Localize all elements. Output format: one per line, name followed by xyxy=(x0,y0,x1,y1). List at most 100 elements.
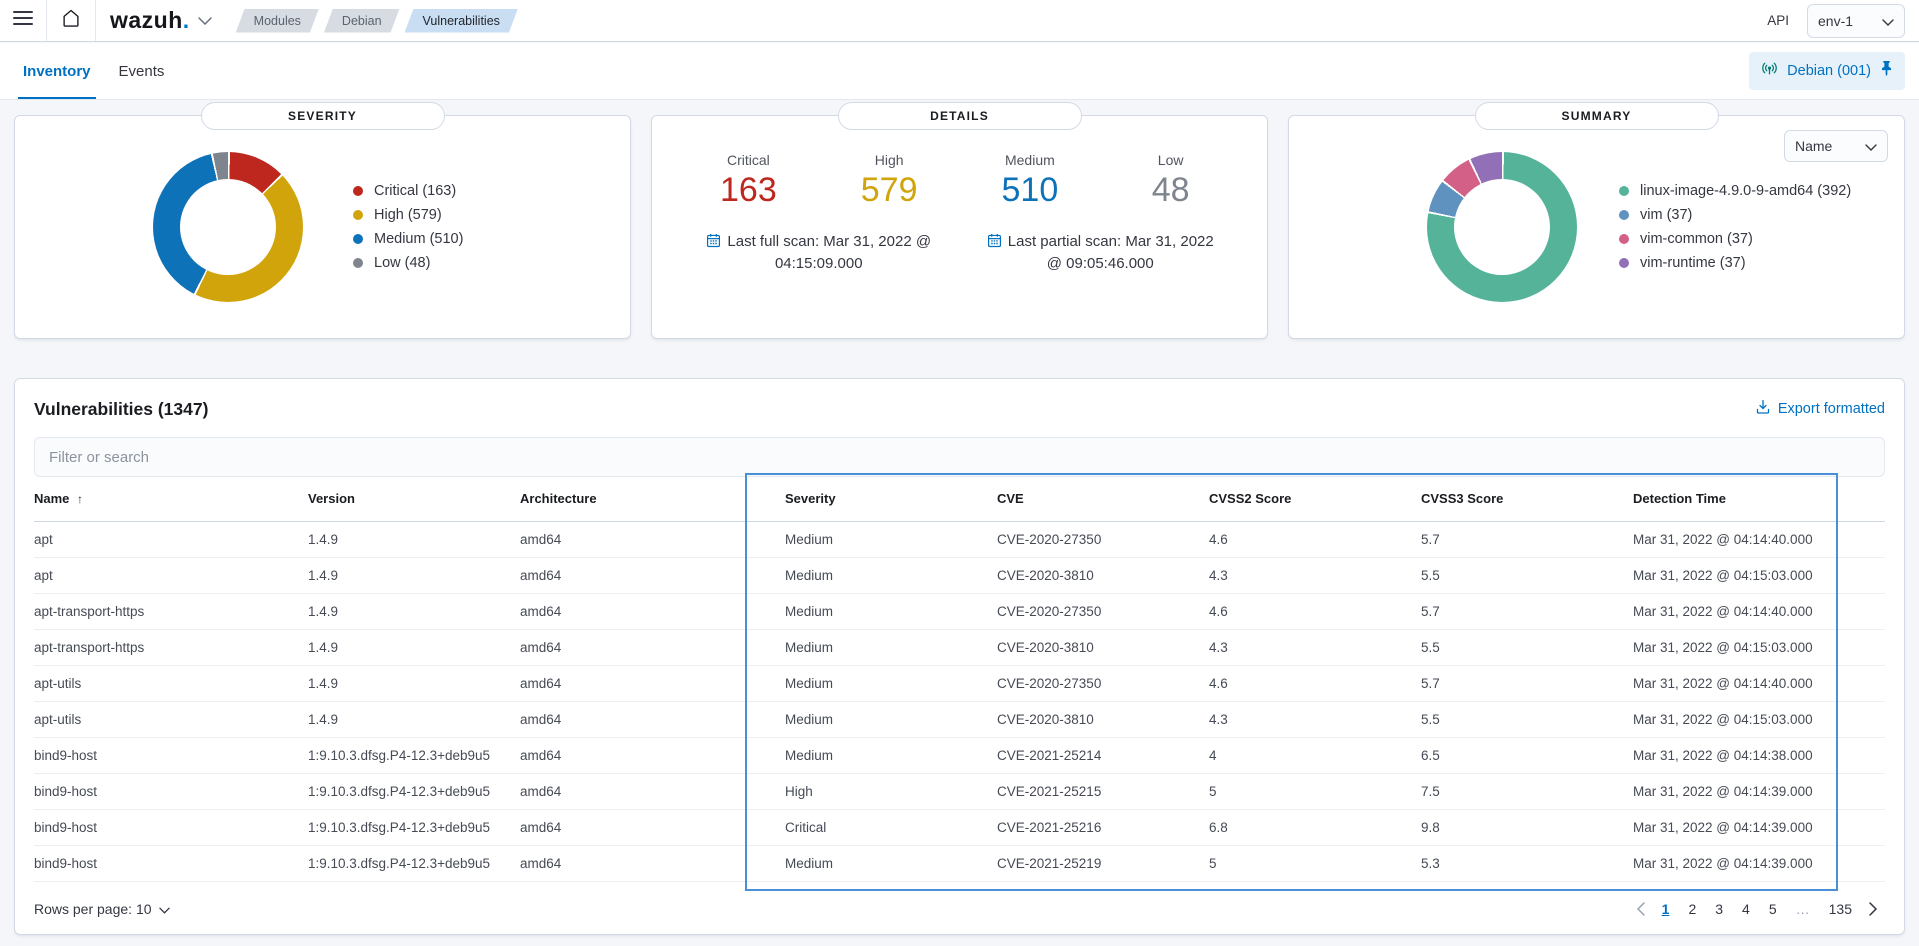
cell-cve: CVE-2020-3810 xyxy=(957,629,1169,665)
breadcrumb-agent[interactable]: Debian xyxy=(324,9,400,33)
table-row[interactable]: bind9-host1:9.10.3.dfsg.P4-12.3+deb9u5am… xyxy=(34,845,1885,881)
legend-item-high[interactable]: High (579) xyxy=(353,207,463,223)
cell-cvss3: 5.7 xyxy=(1381,593,1593,629)
pagination-ellipsis: … xyxy=(1791,899,1815,919)
cell-severity: Medium xyxy=(745,557,957,593)
cell-cve: CVE-2020-3810 xyxy=(957,701,1169,737)
cell-cvss2: 6.8 xyxy=(1169,809,1381,845)
cell-name: bind9-host xyxy=(34,845,308,881)
column-header-detection-time[interactable]: Detection Time xyxy=(1593,477,1885,521)
cell-severity: Medium xyxy=(745,521,957,557)
legend-label: linux-image-4.9.0-9-amd64 (392) xyxy=(1640,183,1851,199)
cell-architecture: amd64 xyxy=(520,773,745,809)
app-switcher-chevron[interactable] xyxy=(196,12,222,30)
legend-item-medium[interactable]: Medium (510) xyxy=(353,231,463,247)
stat-low: Low 48 xyxy=(1100,152,1241,209)
agent-signal-icon xyxy=(1761,60,1778,82)
column-header-name[interactable]: Name ↑ xyxy=(34,477,308,521)
menu-button[interactable] xyxy=(0,0,46,41)
tab-events[interactable]: Events xyxy=(114,44,170,99)
search-input[interactable] xyxy=(34,437,1885,477)
severity-stats: Critical 163 High 579 Medium 510 Low 48 xyxy=(678,152,1241,209)
chevron-down-icon xyxy=(198,12,212,30)
rows-per-page-label: Rows per page: 10 xyxy=(34,901,152,917)
legend-item-vim-runtime[interactable]: vim-runtime (37) xyxy=(1619,255,1851,271)
page-button-3[interactable]: 3 xyxy=(1710,899,1728,919)
cell-name: bind9-host xyxy=(34,773,308,809)
pin-icon[interactable] xyxy=(1880,61,1893,81)
home-button[interactable] xyxy=(47,0,95,41)
table-row[interactable]: apt1.4.9amd64MediumCVE-2020-38104.35.5Ma… xyxy=(34,557,1885,593)
column-header-cvss2[interactable]: CVSS2 Score xyxy=(1169,477,1381,521)
table-row[interactable]: apt-utils1.4.9amd64MediumCVE-2020-273504… xyxy=(34,665,1885,701)
wazuh-logo[interactable]: wazuh. xyxy=(96,7,196,34)
api-label: API xyxy=(1767,13,1789,28)
cell-cve: CVE-2021-25215 xyxy=(957,773,1169,809)
column-header-version[interactable]: Version xyxy=(308,477,520,521)
api-environment-select[interactable]: env-1 xyxy=(1807,4,1905,38)
rows-per-page-select[interactable]: Rows per page: 10 xyxy=(34,901,170,917)
tab-inventory[interactable]: Inventory xyxy=(18,44,96,99)
page-button-5[interactable]: 5 xyxy=(1764,899,1782,919)
severity-panel: SEVERITY Critical (163) High (579) Mediu… xyxy=(14,115,631,339)
severity-panel-title: SEVERITY xyxy=(201,102,445,130)
stat-value: 579 xyxy=(819,172,960,209)
stat-label: Low xyxy=(1100,152,1241,168)
agent-badge-label: Debian (001) xyxy=(1787,63,1871,79)
agent-badge[interactable]: Debian (001) xyxy=(1749,52,1905,90)
legend-item-linux-image[interactable]: linux-image-4.9.0-9-amd64 (392) xyxy=(1619,183,1851,199)
breadcrumb-modules[interactable]: Modules xyxy=(236,9,319,33)
top-navbar: wazuh. Modules Debian Vulnerabilities AP… xyxy=(0,0,1919,42)
export-formatted-button[interactable]: Export formatted xyxy=(1755,399,1885,419)
cell-severity: Medium xyxy=(745,665,957,701)
column-header-cvss3[interactable]: CVSS3 Score xyxy=(1381,477,1593,521)
breadcrumb-vulnerabilities: Vulnerabilities xyxy=(405,9,518,33)
column-header-architecture[interactable]: Architecture xyxy=(520,477,745,521)
summary-panel: SUMMARY Name linux-image-4.9.0-9-amd64 (… xyxy=(1288,115,1905,339)
last-full-scan-text: Last full scan: Mar 31, 2022 @ 04:15:09.… xyxy=(727,233,931,272)
legend-label: Medium (510) xyxy=(374,231,463,247)
legend-item-critical[interactable]: Critical (163) xyxy=(353,183,463,199)
table-row[interactable]: apt-transport-https1.4.9amd64MediumCVE-2… xyxy=(34,629,1885,665)
table-row[interactable]: bind9-host1:9.10.3.dfsg.P4-12.3+deb9u5am… xyxy=(34,773,1885,809)
severity-donut-chart[interactable] xyxy=(153,152,303,302)
cell-name: apt xyxy=(34,557,308,593)
cell-severity: Medium xyxy=(745,629,957,665)
summary-filter-value: Name xyxy=(1795,138,1832,154)
cell-version: 1:9.10.3.dfsg.P4-12.3+deb9u5 xyxy=(308,809,520,845)
cell-detection-time: Mar 31, 2022 @ 04:15:03.000 xyxy=(1593,701,1885,737)
summary-donut-chart[interactable] xyxy=(1427,152,1577,302)
page-button-1[interactable]: 1 xyxy=(1657,899,1675,919)
table-row[interactable]: apt-utils1.4.9amd64MediumCVE-2020-38104.… xyxy=(34,701,1885,737)
legend-item-vim[interactable]: vim (37) xyxy=(1619,207,1851,223)
cell-cvss2: 4.3 xyxy=(1169,701,1381,737)
next-page-button[interactable] xyxy=(1866,902,1881,916)
cell-architecture: amd64 xyxy=(520,701,745,737)
table-row[interactable]: apt-transport-https1.4.9amd64MediumCVE-2… xyxy=(34,593,1885,629)
table-row[interactable]: bind9-host1:9.10.3.dfsg.P4-12.3+deb9u5am… xyxy=(34,737,1885,773)
page-button-4[interactable]: 4 xyxy=(1737,899,1755,919)
cell-architecture: amd64 xyxy=(520,593,745,629)
table-row[interactable]: apt1.4.9amd64MediumCVE-2020-273504.65.7M… xyxy=(34,521,1885,557)
legend-item-vim-common[interactable]: vim-common (37) xyxy=(1619,231,1851,247)
vulnerabilities-table: Name ↑ Version Architecture Severity CVE… xyxy=(34,477,1885,882)
logo-dot: . xyxy=(183,7,190,33)
column-header-severity[interactable]: Severity xyxy=(745,477,957,521)
cell-name: apt xyxy=(34,521,308,557)
table-row[interactable]: bind9-host1:9.10.3.dfsg.P4-12.3+deb9u5am… xyxy=(34,809,1885,845)
column-header-cve[interactable]: CVE xyxy=(957,477,1169,521)
page-button-last[interactable]: 135 xyxy=(1824,899,1857,919)
cell-architecture: amd64 xyxy=(520,629,745,665)
stat-critical: Critical 163 xyxy=(678,152,819,209)
summary-filter-select[interactable]: Name xyxy=(1784,130,1888,162)
legend-label: High (579) xyxy=(374,207,442,223)
cell-name: bind9-host xyxy=(34,737,308,773)
previous-page-button[interactable] xyxy=(1633,902,1648,916)
legend-item-low[interactable]: Low (48) xyxy=(353,255,463,271)
tabs-bar: Inventory Events Debian (001) xyxy=(0,43,1919,100)
table-header-row: Name ↑ Version Architecture Severity CVE… xyxy=(34,477,1885,521)
cell-severity: Medium xyxy=(745,737,957,773)
summary-panel-title: SUMMARY xyxy=(1475,102,1719,130)
cell-version: 1:9.10.3.dfsg.P4-12.3+deb9u5 xyxy=(308,845,520,881)
page-button-2[interactable]: 2 xyxy=(1683,899,1701,919)
